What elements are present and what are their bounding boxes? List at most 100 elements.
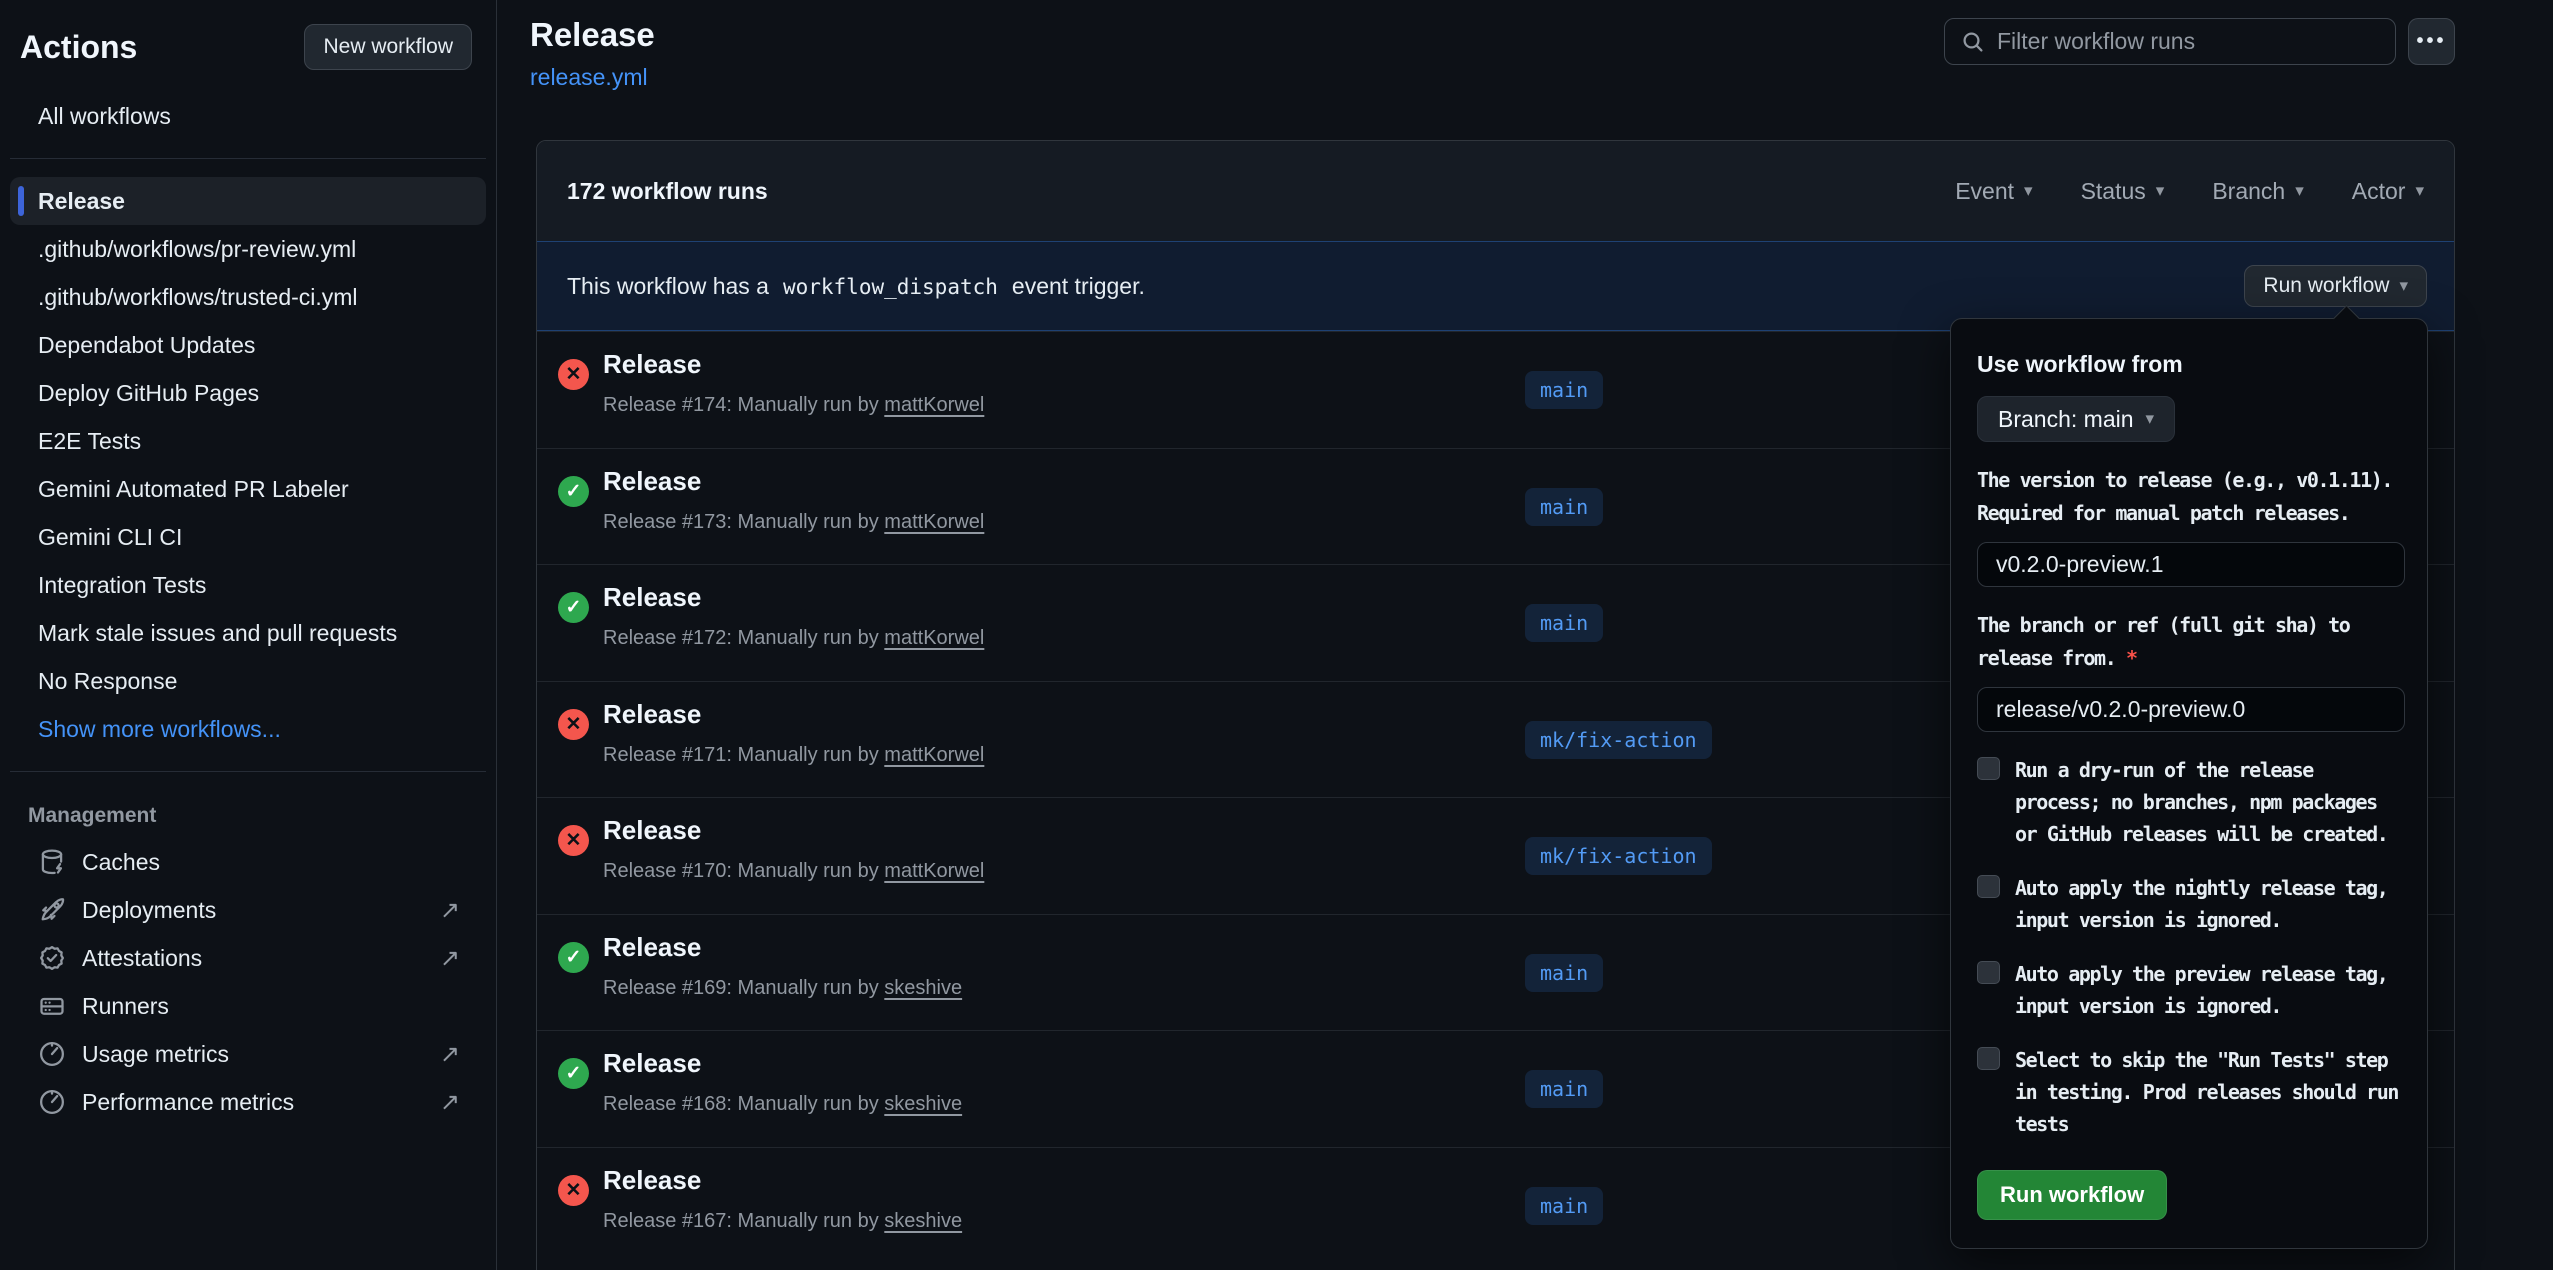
- verified-icon: [38, 944, 66, 972]
- run-title-link[interactable]: Release: [603, 349, 984, 380]
- skip-tests-checkbox-label: Select to skip the "Run Tests" step in t…: [2015, 1044, 2403, 1140]
- server-icon: [38, 992, 66, 1020]
- version-input[interactable]: [1977, 542, 2405, 587]
- sidebar-item-integration-tests[interactable]: Integration Tests: [10, 561, 486, 609]
- run-workflow-dropdown-button[interactable]: Run workflow ▾: [2244, 265, 2427, 307]
- branch-selector-dropdown[interactable]: Branch: main ▾: [1977, 396, 2175, 442]
- sidebar-item-mark-stale[interactable]: Mark stale issues and pull requests: [10, 609, 486, 657]
- external-link-icon: ↗: [440, 896, 460, 925]
- sidebar-item-dependabot-updates[interactable]: Dependabot Updates: [10, 321, 486, 369]
- sidebar-item-performance-metrics[interactable]: Performance metrics ↗: [10, 1078, 486, 1126]
- branch-badge[interactable]: main: [1525, 488, 1603, 526]
- run-title-link[interactable]: Release: [603, 1165, 962, 1196]
- workflow-options-kebab-button[interactable]: •••: [2408, 18, 2455, 65]
- actor-link[interactable]: mattKorwel: [884, 511, 984, 533]
- sidebar-item-release[interactable]: Release: [10, 177, 486, 225]
- sidebar-item-pr-review[interactable]: .github/workflows/pr-review.yml: [10, 225, 486, 273]
- branch-badge[interactable]: main: [1525, 1070, 1603, 1108]
- popover-heading: Use workflow from: [1977, 351, 2403, 378]
- sidebar-item-deploy-github-pages[interactable]: Deploy GitHub Pages: [10, 369, 486, 417]
- rocket-icon: [38, 896, 66, 924]
- sidebar-item-e2e-tests[interactable]: E2E Tests: [10, 417, 486, 465]
- run-title-link[interactable]: Release: [603, 699, 984, 730]
- branch-filter-dropdown[interactable]: Branch ▾: [2212, 178, 2303, 205]
- chevron-down-icon: ▾: [2146, 409, 2155, 429]
- sidebar-item-usage-metrics[interactable]: Usage metrics ↗: [10, 1030, 486, 1078]
- branch-badge[interactable]: main: [1525, 954, 1603, 992]
- run-title-link[interactable]: Release: [603, 815, 984, 846]
- nightly-tag-checkbox-label: Auto apply the nightly release tag, inpu…: [2015, 872, 2403, 936]
- required-asterisk: *: [2126, 646, 2137, 670]
- branch-badge[interactable]: main: [1525, 1187, 1603, 1225]
- sidebar-divider: [10, 158, 486, 159]
- show-more-workflows-link[interactable]: Show more workflows...: [10, 705, 486, 753]
- sidebar-divider: [10, 771, 486, 772]
- run-title-link[interactable]: Release: [603, 1048, 962, 1079]
- run-workflow-submit-button[interactable]: Run workflow: [1977, 1170, 2167, 1220]
- runs-count: 172 workflow runs: [567, 178, 768, 205]
- actor-link[interactable]: skeshive: [884, 977, 962, 999]
- version-input-description: The version to release (e.g., v0.1.11). …: [1977, 464, 2407, 530]
- gauge-icon: [38, 1040, 66, 1068]
- dry-run-checkbox-label: Run a dry-run of the release process; no…: [2015, 754, 2403, 850]
- actor-link[interactable]: mattKorwel: [884, 627, 984, 649]
- management-section-label: Management: [0, 790, 496, 838]
- workflow-dispatch-code: workflow_dispatch: [779, 275, 1002, 299]
- sidebar-item-all-workflows[interactable]: All workflows: [10, 92, 486, 140]
- branch-badge[interactable]: mk/fix-action: [1525, 721, 1712, 759]
- actor-link[interactable]: mattKorwel: [884, 860, 984, 882]
- actor-link[interactable]: mattKorwel: [884, 744, 984, 766]
- run-workflow-popover: Use workflow from Branch: main ▾ The ver…: [1950, 318, 2428, 1249]
- branch-badge[interactable]: main: [1525, 604, 1603, 642]
- external-link-icon: ↗: [440, 1040, 460, 1069]
- sidebar-item-deployments[interactable]: Deployments ↗: [10, 886, 486, 934]
- sidebar-title: Actions: [20, 29, 137, 66]
- chevron-down-icon: ▾: [2295, 181, 2304, 201]
- run-title-link[interactable]: Release: [603, 582, 984, 613]
- run-status-success-icon: [558, 1058, 589, 1089]
- gauge-icon: [38, 1088, 66, 1116]
- chevron-down-icon: ▾: [2024, 181, 2033, 201]
- chevron-down-icon: ▾: [2415, 181, 2424, 201]
- sidebar-item-gemini-pr-labeler[interactable]: Gemini Automated PR Labeler: [10, 465, 486, 513]
- run-title-link[interactable]: Release: [603, 466, 984, 497]
- run-status-failure-icon: [558, 825, 589, 856]
- run-status-success-icon: [558, 592, 589, 623]
- workflow-file-link[interactable]: release.yml: [530, 64, 648, 91]
- run-status-failure-icon: [558, 359, 589, 390]
- chevron-down-icon: ▾: [2399, 276, 2408, 296]
- actor-link[interactable]: skeshive: [884, 1210, 962, 1232]
- run-status-success-icon: [558, 942, 589, 973]
- skip-tests-checkbox[interactable]: [1977, 1047, 2000, 1070]
- run-title-link[interactable]: Release: [603, 932, 962, 963]
- sidebar-item-trusted-ci[interactable]: .github/workflows/trusted-ci.yml: [10, 273, 486, 321]
- runs-list-header: 172 workflow runs Event ▾ Status ▾ Branc…: [537, 141, 2454, 241]
- actor-link[interactable]: mattKorwel: [884, 394, 984, 416]
- nightly-tag-checkbox[interactable]: [1977, 875, 2000, 898]
- preview-tag-checkbox[interactable]: [1977, 961, 2000, 984]
- branch-badge[interactable]: main: [1525, 371, 1603, 409]
- event-filter-dropdown[interactable]: Event ▾: [1955, 178, 2032, 205]
- ref-input-description: The branch or ref (full git sha) to rele…: [1977, 609, 2407, 675]
- sidebar-item-caches[interactable]: Caches: [10, 838, 486, 886]
- main-header: Release release.yml •••: [530, 0, 2455, 91]
- actor-filter-dropdown[interactable]: Actor ▾: [2352, 178, 2424, 205]
- sidebar-item-attestations[interactable]: Attestations ↗: [10, 934, 486, 982]
- search-icon: [1961, 30, 1985, 54]
- filter-workflow-runs-box: [1944, 18, 2396, 65]
- actor-link[interactable]: skeshive: [884, 1093, 962, 1115]
- filter-workflow-runs-input[interactable]: [1997, 28, 2379, 55]
- status-filter-dropdown[interactable]: Status ▾: [2081, 178, 2165, 205]
- ref-input[interactable]: [1977, 687, 2405, 732]
- external-link-icon: ↗: [440, 1088, 460, 1117]
- sidebar-item-runners[interactable]: Runners: [10, 982, 486, 1030]
- new-workflow-button[interactable]: New workflow: [304, 24, 472, 70]
- cache-icon: [38, 848, 66, 876]
- preview-tag-checkbox-label: Auto apply the preview release tag, inpu…: [2015, 958, 2403, 1022]
- sidebar-item-gemini-cli-ci[interactable]: Gemini CLI CI: [10, 513, 486, 561]
- sidebar-item-no-response[interactable]: No Response: [10, 657, 486, 705]
- dry-run-checkbox[interactable]: [1977, 757, 2000, 780]
- actions-sidebar: Actions New workflow All workflows Relea…: [0, 0, 497, 1270]
- chevron-down-icon: ▾: [2156, 181, 2165, 201]
- branch-badge[interactable]: mk/fix-action: [1525, 837, 1712, 875]
